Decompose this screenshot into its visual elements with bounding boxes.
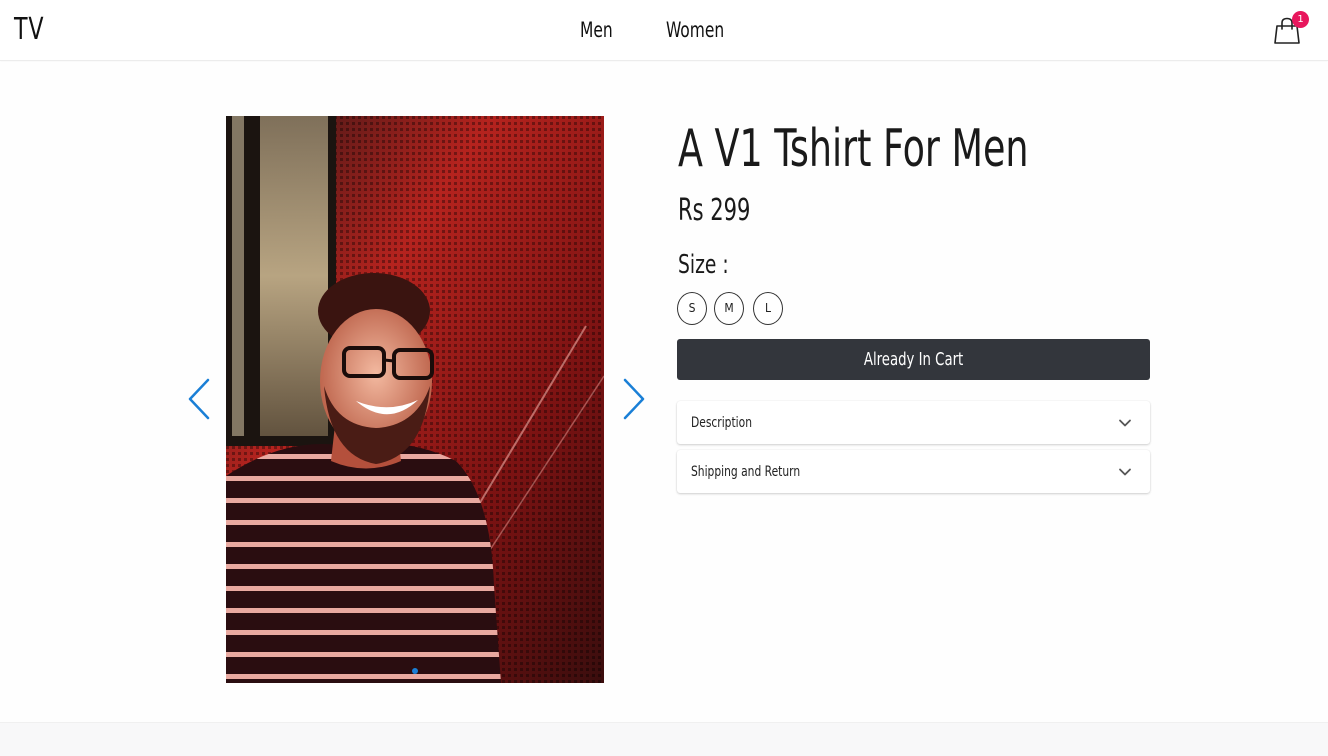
- chevron-down-icon: [1119, 468, 1131, 476]
- cart-count-badge: 1: [1292, 11, 1309, 28]
- product-image-carousel[interactable]: [226, 116, 604, 683]
- size-option-m[interactable]: M: [714, 292, 744, 325]
- site-header: TV Men Women 1: [0, 0, 1328, 61]
- chevron-down-icon: [1119, 419, 1131, 427]
- carousel-prev-arrow[interactable]: [186, 377, 216, 421]
- cart-button-label: Already In Cart: [863, 349, 964, 370]
- shipping-return-accordion[interactable]: Shipping and Return: [677, 450, 1150, 493]
- product-price: Rs 299: [678, 193, 751, 228]
- size-option-s[interactable]: S: [677, 292, 707, 325]
- size-label: Size :: [678, 250, 729, 280]
- carousel-next-arrow[interactable]: [617, 377, 647, 421]
- footer-strip: [0, 722, 1328, 756]
- description-accordion[interactable]: Description: [677, 401, 1150, 444]
- product-title: A V1 Tshirt For Men: [678, 119, 1029, 179]
- product-photo: [226, 116, 604, 683]
- nav-link-women[interactable]: Women: [666, 16, 724, 44]
- size-option-l[interactable]: L: [753, 292, 783, 325]
- accordion-label-shipping: Shipping and Return: [691, 464, 801, 480]
- main-nav: Men Women: [0, 16, 1328, 44]
- nav-link-men[interactable]: Men: [580, 16, 613, 44]
- already-in-cart-button[interactable]: Already In Cart: [677, 339, 1150, 380]
- accordion-label-description: Description: [691, 415, 752, 431]
